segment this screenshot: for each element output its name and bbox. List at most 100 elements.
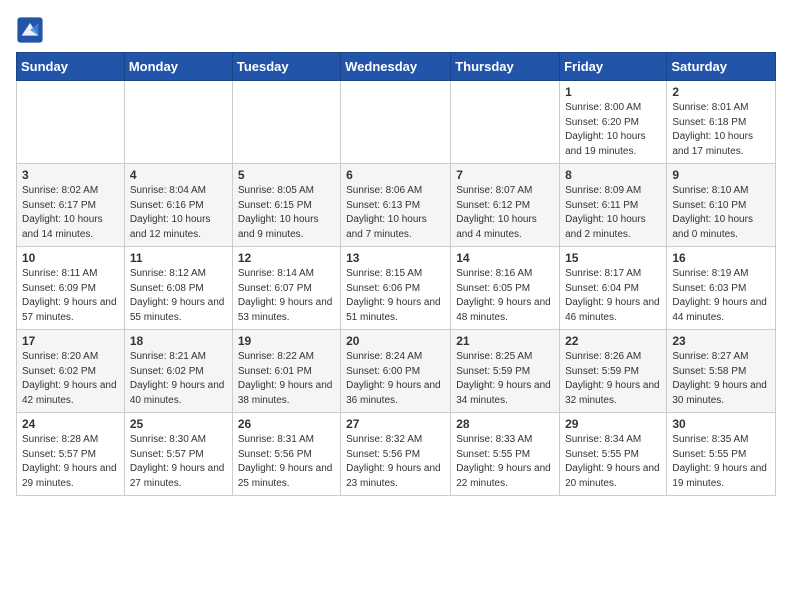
logo: [16, 16, 46, 44]
day-cell-5: 5Sunrise: 8:05 AM Sunset: 6:15 PM Daylig…: [232, 164, 340, 247]
day-info: Sunrise: 8:25 AM Sunset: 5:59 PM Dayligh…: [456, 350, 554, 408]
day-number: 23: [672, 334, 770, 348]
day-cell-7: 7Sunrise: 8:07 AM Sunset: 6:12 PM Daylig…: [451, 164, 560, 247]
day-info: Sunrise: 8:10 AM Sunset: 6:10 PM Dayligh…: [672, 184, 770, 242]
empty-cell: [17, 81, 125, 164]
column-header-thursday: Thursday: [451, 53, 560, 81]
day-info: Sunrise: 8:34 AM Sunset: 5:55 PM Dayligh…: [565, 433, 661, 491]
day-info: Sunrise: 8:28 AM Sunset: 5:57 PM Dayligh…: [22, 433, 119, 491]
day-number: 11: [130, 251, 227, 265]
day-info: Sunrise: 8:00 AM Sunset: 6:20 PM Dayligh…: [565, 101, 661, 159]
day-cell-16: 16 Sunrise: 8:19 AM Sunset: 6:03 PM Dayli…: [667, 247, 776, 330]
day-cell-3: 3 Sunrise: 8:02 AM Sunset: 6:17 PM Daylig…: [17, 164, 125, 247]
column-header-monday: Monday: [124, 53, 232, 81]
week-row-1: 1 Sunrise: 8:00 AM Sunset: 6:20 PM Daylig…: [17, 81, 776, 164]
day-cell-21: 21 Sunrise: 8:25 AM Sunset: 5:59 PM Dayli…: [451, 330, 560, 413]
day-cell-22: 22 Sunrise: 8:26 AM Sunset: 5:59 PM Dayli…: [560, 330, 667, 413]
day-cell-29: 29 Sunrise: 8:34 AM Sunset: 5:55 PM Dayli…: [560, 413, 667, 496]
day-cell-27: 27 Sunrise: 8:32 AM Sunset: 5:56 PM Dayli…: [341, 413, 451, 496]
day-info: Sunrise: 8:32 AM Sunset: 5:56 PM Dayligh…: [346, 433, 445, 491]
day-cell-12: 12 Sunrise: 8:14 AM Sunset: 6:07 PM Dayli…: [232, 247, 340, 330]
day-info: Sunrise: 8:31 AM Sunset: 5:56 PM Dayligh…: [238, 433, 335, 491]
day-cell-4: 4 Sunrise: 8:04 AM Sunset: 6:16 PM Daylig…: [124, 164, 232, 247]
day-cell-30: 30 Sunrise: 8:35 AM Sunset: 5:55 PM Dayli…: [667, 413, 776, 496]
day-number: 3: [22, 168, 119, 182]
day-info: Sunrise: 8:16 AM Sunset: 6:05 PM Dayligh…: [456, 267, 554, 325]
day-number: 7: [456, 168, 554, 182]
column-header-saturday: Saturday: [667, 53, 776, 81]
week-row-5: 24 Sunrise: 8:28 AM Sunset: 5:57 PM Dayli…: [17, 413, 776, 496]
column-header-tuesday: Tuesday: [232, 53, 340, 81]
calendar-table: SundayMondayTuesdayWednesdayThursdayFrid…: [16, 52, 776, 496]
day-cell-13: 13 Sunrise: 8:15 AM Sunset: 6:06 PM Dayli…: [341, 247, 451, 330]
logo-icon: [16, 16, 44, 44]
day-number: 27: [346, 417, 445, 431]
day-cell-14: 14Sunrise: 8:16 AM Sunset: 6:05 PM Dayli…: [451, 247, 560, 330]
day-cell-9: 9 Sunrise: 8:10 AM Sunset: 6:10 PM Daylig…: [667, 164, 776, 247]
day-info: Sunrise: 8:06 AM Sunset: 6:13 PM Dayligh…: [346, 184, 445, 242]
day-number: 25: [130, 417, 227, 431]
week-row-4: 17Sunrise: 8:20 AM Sunset: 6:02 PM Dayli…: [17, 330, 776, 413]
day-info: Sunrise: 8:27 AM Sunset: 5:58 PM Dayligh…: [672, 350, 770, 408]
day-number: 21: [456, 334, 554, 348]
day-info: Sunrise: 8:24 AM Sunset: 6:00 PM Dayligh…: [346, 350, 445, 408]
day-info: Sunrise: 8:15 AM Sunset: 6:06 PM Dayligh…: [346, 267, 445, 325]
day-cell-2: 2Sunrise: 8:01 AM Sunset: 6:18 PM Daylig…: [667, 81, 776, 164]
day-number: 1: [565, 85, 661, 99]
day-number: 8: [565, 168, 661, 182]
day-number: 12: [238, 251, 335, 265]
day-cell-8: 8Sunrise: 8:09 AM Sunset: 6:11 PM Daylig…: [560, 164, 667, 247]
empty-cell: [124, 81, 232, 164]
day-number: 4: [130, 168, 227, 182]
day-info: Sunrise: 8:26 AM Sunset: 5:59 PM Dayligh…: [565, 350, 661, 408]
day-info: Sunrise: 8:04 AM Sunset: 6:16 PM Dayligh…: [130, 184, 227, 242]
day-cell-15: 15 Sunrise: 8:17 AM Sunset: 6:04 PM Dayli…: [560, 247, 667, 330]
day-cell-11: 11 Sunrise: 8:12 AM Sunset: 6:08 PM Dayli…: [124, 247, 232, 330]
day-cell-1: 1 Sunrise: 8:00 AM Sunset: 6:20 PM Daylig…: [560, 81, 667, 164]
day-cell-20: 20 Sunrise: 8:24 AM Sunset: 6:00 PM Dayli…: [341, 330, 451, 413]
day-cell-17: 17Sunrise: 8:20 AM Sunset: 6:02 PM Dayli…: [17, 330, 125, 413]
day-info: Sunrise: 8:14 AM Sunset: 6:07 PM Dayligh…: [238, 267, 335, 325]
day-info: Sunrise: 8:22 AM Sunset: 6:01 PM Dayligh…: [238, 350, 335, 408]
day-cell-28: 28 Sunrise: 8:33 AM Sunset: 5:55 PM Dayli…: [451, 413, 560, 496]
empty-cell: [232, 81, 340, 164]
day-info: Sunrise: 8:12 AM Sunset: 6:08 PM Dayligh…: [130, 267, 227, 325]
day-info: Sunrise: 8:02 AM Sunset: 6:17 PM Dayligh…: [22, 184, 119, 242]
page-header: [16, 16, 776, 44]
day-cell-25: 25 Sunrise: 8:30 AM Sunset: 5:57 PM Dayli…: [124, 413, 232, 496]
day-cell-6: 6Sunrise: 8:06 AM Sunset: 6:13 PM Daylig…: [341, 164, 451, 247]
day-number: 16: [672, 251, 770, 265]
week-row-3: 10 Sunrise: 8:11 AM Sunset: 6:09 PM Dayli…: [17, 247, 776, 330]
day-number: 24: [22, 417, 119, 431]
day-info: Sunrise: 8:11 AM Sunset: 6:09 PM Dayligh…: [22, 267, 119, 325]
day-cell-10: 10 Sunrise: 8:11 AM Sunset: 6:09 PM Dayli…: [17, 247, 125, 330]
day-number: 20: [346, 334, 445, 348]
day-info: Sunrise: 8:33 AM Sunset: 5:55 PM Dayligh…: [456, 433, 554, 491]
day-number: 13: [346, 251, 445, 265]
day-info: Sunrise: 8:21 AM Sunset: 6:02 PM Dayligh…: [130, 350, 227, 408]
day-number: 30: [672, 417, 770, 431]
day-number: 10: [22, 251, 119, 265]
day-number: 22: [565, 334, 661, 348]
column-header-friday: Friday: [560, 53, 667, 81]
column-header-wednesday: Wednesday: [341, 53, 451, 81]
calendar-header-row: SundayMondayTuesdayWednesdayThursdayFrid…: [17, 53, 776, 81]
empty-cell: [341, 81, 451, 164]
day-number: 26: [238, 417, 335, 431]
day-info: Sunrise: 8:19 AM Sunset: 6:03 PM Dayligh…: [672, 267, 770, 325]
day-number: 9: [672, 168, 770, 182]
day-info: Sunrise: 8:35 AM Sunset: 5:55 PM Dayligh…: [672, 433, 770, 491]
column-header-sunday: Sunday: [17, 53, 125, 81]
day-cell-26: 26 Sunrise: 8:31 AM Sunset: 5:56 PM Dayli…: [232, 413, 340, 496]
day-info: Sunrise: 8:17 AM Sunset: 6:04 PM Dayligh…: [565, 267, 661, 325]
day-cell-23: 23 Sunrise: 8:27 AM Sunset: 5:58 PM Dayli…: [667, 330, 776, 413]
day-cell-24: 24 Sunrise: 8:28 AM Sunset: 5:57 PM Dayli…: [17, 413, 125, 496]
day-number: 19: [238, 334, 335, 348]
day-number: 29: [565, 417, 661, 431]
day-info: Sunrise: 8:30 AM Sunset: 5:57 PM Dayligh…: [130, 433, 227, 491]
empty-cell: [451, 81, 560, 164]
day-number: 17: [22, 334, 119, 348]
day-number: 15: [565, 251, 661, 265]
day-number: 28: [456, 417, 554, 431]
day-info: Sunrise: 8:01 AM Sunset: 6:18 PM Dayligh…: [672, 101, 770, 159]
